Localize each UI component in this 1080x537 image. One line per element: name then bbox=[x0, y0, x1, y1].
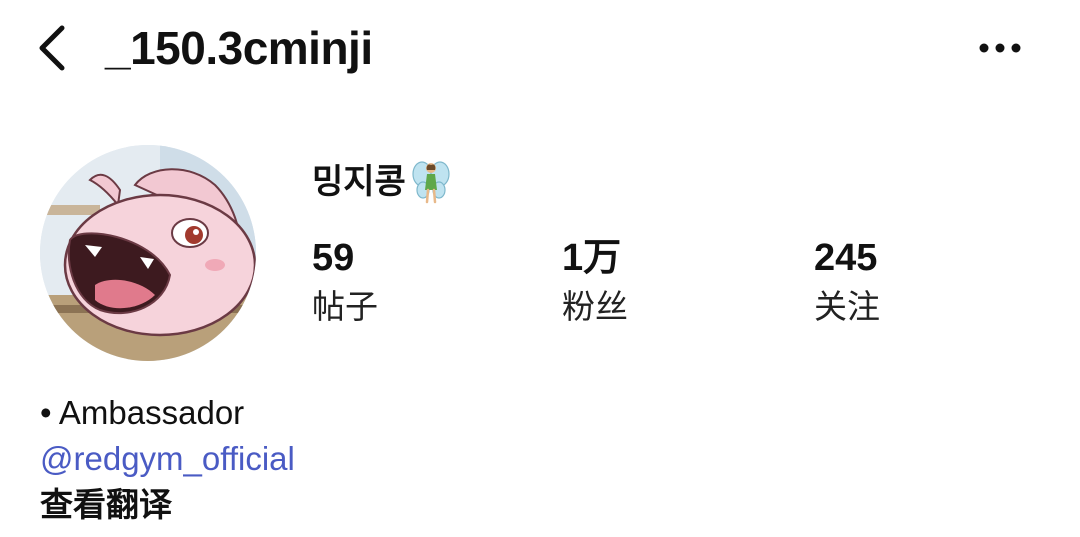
stat-posts-label: 帖子 bbox=[312, 288, 378, 325]
chevron-left-icon bbox=[39, 25, 65, 71]
top-bar: _150.3cminji bbox=[0, 0, 1080, 100]
profile-bio: • Ambassador @redgym_official 查看翻译 bbox=[40, 390, 740, 528]
stat-followers[interactable]: 1万 粉丝 bbox=[562, 232, 762, 330]
more-horizontal-icon bbox=[979, 43, 1021, 53]
stat-followers-label: 粉丝 bbox=[562, 288, 628, 325]
bio-ambassador-line: • Ambassador bbox=[40, 394, 245, 431]
profile-display-name: 밍지콩 bbox=[312, 158, 450, 206]
stat-following[interactable]: 245 关注 bbox=[814, 232, 1014, 330]
fairy-emoji-icon bbox=[412, 160, 450, 204]
profile-avatar[interactable] bbox=[40, 145, 256, 361]
stat-followers-count: 1万 bbox=[562, 237, 622, 279]
stat-following-label: 关注 bbox=[814, 288, 880, 325]
profile-username: _150.3cminji bbox=[105, 22, 373, 74]
avatar-image bbox=[40, 145, 256, 361]
bio-mention-link[interactable]: @redgym_official bbox=[40, 436, 740, 482]
display-name-text: 밍지콩 bbox=[312, 163, 406, 201]
stat-following-count: 245 bbox=[814, 237, 878, 279]
see-translation-button[interactable]: 查看翻译 bbox=[40, 482, 740, 528]
stat-posts[interactable]: 59 帖子 bbox=[312, 232, 512, 330]
back-button[interactable] bbox=[24, 18, 80, 78]
more-options-button[interactable] bbox=[968, 22, 1032, 74]
stat-posts-count: 59 bbox=[312, 237, 355, 279]
